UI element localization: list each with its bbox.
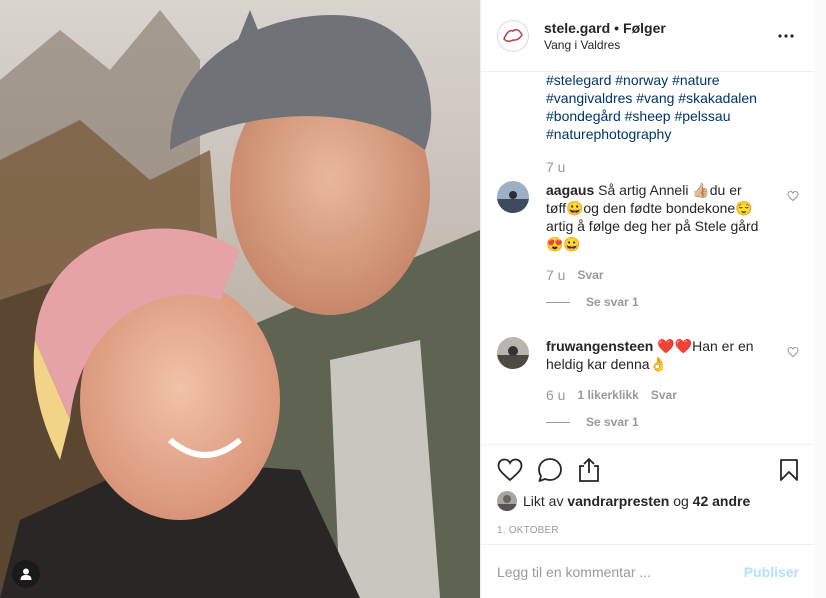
comment-icon: [538, 458, 562, 482]
comment-meta: 6 u 1 likerklikk Svar: [497, 387, 799, 403]
header-line: stele.gard • Følger: [544, 20, 774, 36]
more-options-button[interactable]: [774, 24, 798, 48]
comment-like-button[interactable]: [787, 189, 799, 205]
comment-username[interactable]: aagaus: [546, 182, 594, 198]
likes-summary[interactable]: Likt av vandrarpresten og 42 andre: [497, 491, 799, 511]
following-button[interactable]: Følger: [623, 20, 666, 36]
more-options-icon: [778, 33, 794, 38]
caption-hashtags: #stelegard #norway #nature #vangivaldres…: [497, 72, 799, 143]
replies-divider: [546, 421, 570, 423]
reply-button[interactable]: Svar: [577, 268, 603, 282]
heart-icon: [787, 346, 799, 358]
likes-prefix: Likt av: [523, 493, 564, 509]
likes-middle: og: [673, 493, 689, 509]
avatar-image: [497, 181, 529, 213]
share-icon: [579, 457, 599, 482]
like-button[interactable]: [497, 450, 537, 490]
comment-text: ❤️❤️Han er en: [657, 338, 754, 354]
comment-body: fruwangensteen ❤️❤️Han er en heldig kar …: [546, 337, 776, 373]
comment-button[interactable]: [537, 450, 577, 490]
reply-button[interactable]: Svar: [651, 388, 677, 402]
hashtag-line[interactable]: #stelegard #norway #nature: [546, 72, 799, 89]
comment-text: heldig kar denna👌: [546, 356, 667, 372]
hashtag-line[interactable]: #bondegård #sheep #pelssau: [546, 107, 799, 125]
heart-icon: [497, 458, 523, 482]
stele-gard-logo-icon: [499, 21, 527, 50]
avatar[interactable]: [497, 491, 517, 511]
avatar[interactable]: [497, 337, 529, 369]
action-icons: [497, 445, 799, 495]
comments-list[interactable]: #stelegard #norway #nature #vangivaldres…: [481, 72, 815, 444]
comment-text: artig å følge deg her på Stele gård: [546, 218, 759, 234]
avatar[interactable]: [497, 181, 529, 213]
comment-time[interactable]: 7 u: [546, 267, 565, 283]
add-comment-form: Publiser: [481, 544, 815, 598]
avatar-image: [497, 491, 517, 511]
hashtag-line[interactable]: #vangivaldres #vang #skakadalen: [546, 89, 799, 107]
comment-like-button[interactable]: [787, 345, 799, 361]
avatar[interactable]: [497, 19, 529, 52]
likes-count-button[interactable]: 1 likerklikk: [577, 388, 638, 402]
comment-text: tøff😀og den fødte bondekone😌: [546, 200, 753, 216]
likes-user[interactable]: vandrarpresten: [567, 493, 669, 509]
comment-text: 😍😀: [546, 236, 581, 252]
view-replies-label: Se svar 1: [586, 295, 639, 309]
comment-item: fruwangensteen ❤️❤️Han er en heldig kar …: [497, 337, 799, 373]
user-tag-button[interactable]: [12, 560, 40, 588]
heart-icon: [787, 190, 799, 202]
photo-illustration: [0, 0, 480, 598]
location-link[interactable]: Vang i Valdres: [544, 38, 774, 52]
post-username[interactable]: stele.gard: [544, 20, 610, 36]
post-actions: Likt av vandrarpresten og 42 andre 1. OK…: [481, 444, 815, 544]
view-replies-label: Se svar 1: [586, 415, 639, 429]
avatar-image: [497, 337, 529, 369]
caption-time[interactable]: 7 u: [546, 159, 565, 175]
replies-divider: [546, 301, 570, 303]
page-gutter: [814, 0, 826, 598]
comment-input[interactable]: [497, 563, 744, 580]
separator-dot: •: [614, 19, 620, 36]
header-text: stele.gard • Følger Vang i Valdres: [544, 20, 774, 52]
comment-item: aagaus Så artig Anneli 👍🏼du er tøff😀og d…: [497, 181, 799, 253]
view-replies-button[interactable]: Se svar 1: [497, 295, 799, 309]
hashtag-line[interactable]: #naturephotography: [546, 125, 799, 143]
post-sidebar: stele.gard • Følger Vang i Valdres #stel…: [480, 0, 815, 598]
comment-username[interactable]: fruwangensteen: [546, 338, 653, 354]
comment-body: aagaus Så artig Anneli 👍🏼du er tøff😀og d…: [546, 181, 776, 253]
likes-count[interactable]: 42 andre: [693, 493, 751, 509]
post-header: stele.gard • Følger Vang i Valdres: [481, 0, 814, 72]
save-button[interactable]: [759, 450, 799, 490]
comment-time[interactable]: 6 u: [546, 387, 565, 403]
bookmark-icon: [780, 459, 798, 481]
comment-text: Så artig Anneli 👍🏼du er: [598, 182, 742, 198]
post-date[interactable]: 1. OKTOBER: [497, 525, 799, 536]
post-photo[interactable]: [0, 0, 480, 598]
comment-meta: 7 u Svar: [497, 267, 799, 283]
user-tag-icon: [20, 568, 32, 580]
caption-meta: 7 u: [497, 159, 799, 175]
publish-button[interactable]: Publiser: [744, 564, 799, 580]
view-replies-button[interactable]: Se svar 1: [497, 415, 799, 429]
share-button[interactable]: [577, 450, 617, 490]
